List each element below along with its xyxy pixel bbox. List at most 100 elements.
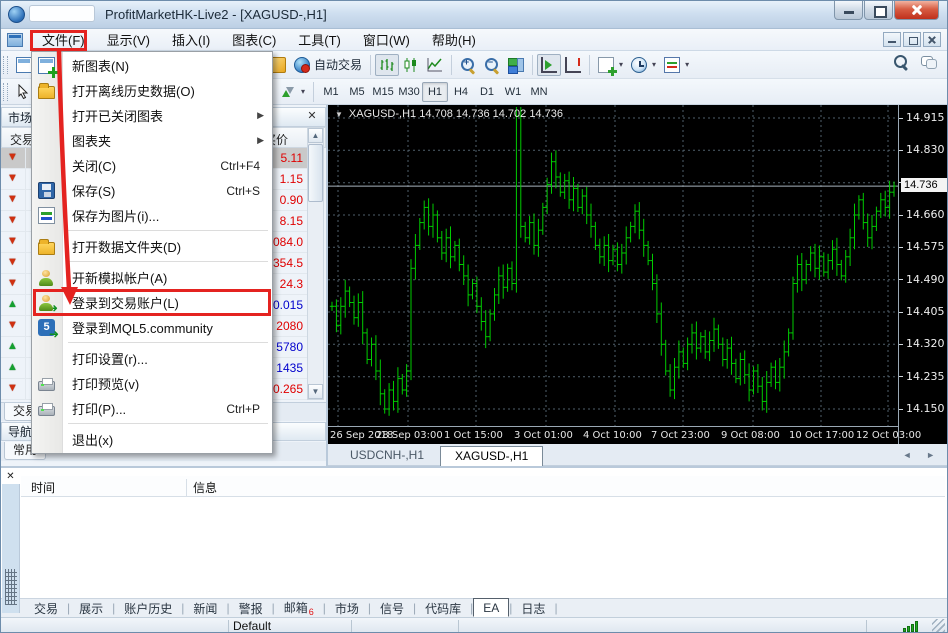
file-menu-item-16[interactable]: 打印(P)...Ctrl+P — [32, 396, 272, 421]
auto-scroll-button[interactable] — [537, 54, 561, 76]
column-time[interactable]: 时间 — [31, 479, 55, 496]
template-icon — [664, 57, 680, 73]
mql5-icon: 5➜ — [38, 319, 55, 336]
tile-windows-button[interactable] — [504, 54, 528, 76]
chart-window-icon — [7, 33, 23, 47]
terminal-tab-5[interactable]: 邮箱6 — [275, 598, 323, 618]
terminal-tab-6[interactable]: 市场 — [326, 599, 368, 618]
dropdown-arrow-icon[interactable]: ▾ — [301, 87, 305, 96]
chat-icon[interactable] — [921, 54, 937, 70]
chart-tab-xagusdh1[interactable]: XAGUSD-,H1 — [440, 446, 543, 466]
terminal-tab-4[interactable]: 警报 — [230, 599, 272, 618]
timeframe-m15[interactable]: M15 — [370, 82, 396, 102]
mdi-restore-button[interactable] — [903, 32, 921, 47]
tab-scroll-arrows-icon[interactable]: ◄ ► — [903, 450, 941, 460]
window-controls — [833, 1, 939, 20]
statusbar-divider — [866, 620, 867, 633]
file-menu-item-4[interactable]: 关闭(C)Ctrl+F4 — [32, 153, 272, 178]
timeframe-mn[interactable]: MN — [526, 82, 552, 102]
toolbar-grip[interactable] — [3, 83, 8, 101]
terminal-tab-3[interactable]: 新闻 — [184, 599, 226, 618]
scroll-up-icon[interactable]: ▲ — [308, 128, 323, 143]
scrollbar-thumb[interactable] — [308, 144, 323, 202]
timeframe-m1[interactable]: M1 — [318, 82, 344, 102]
periods-button[interactable]: ▾ — [627, 54, 660, 76]
dropdown-arrow-icon[interactable]: ▾ — [652, 60, 656, 69]
timeframe-h4[interactable]: H4 — [448, 82, 474, 102]
timeframe-m5[interactable]: M5 — [344, 82, 370, 102]
templates-button[interactable]: ▾ — [660, 54, 693, 76]
file-menu-item-1[interactable]: 打开离线历史数据(O) — [32, 78, 272, 103]
price-axis[interactable]: 14.91514.83014.74514.66014.57514.49014.4… — [898, 105, 948, 444]
file-menu-item-2[interactable]: 打开已关闭图表▶ — [32, 103, 272, 128]
menu-item-3[interactable]: 图表(C) — [221, 28, 287, 51]
menu-item-1[interactable]: 显示(V) — [96, 28, 161, 51]
file-menu-item-10[interactable]: 开新模拟帐户(A) — [32, 265, 272, 290]
cursor-arrow-icon — [17, 84, 31, 100]
terminal-tab-8[interactable]: 代码库 — [416, 599, 470, 618]
menu-item-2[interactable]: 插入(I) — [161, 28, 221, 51]
zoom-in-button[interactable]: + — [456, 54, 480, 76]
file-menu-item-5[interactable]: 保存(S)Ctrl+S — [32, 178, 272, 203]
file-menu-item-15[interactable]: 打印预览(v) — [32, 371, 272, 396]
mdi-minimize-button[interactable] — [883, 32, 901, 47]
connection-status-icon — [903, 621, 919, 632]
mdi-close-button[interactable] — [923, 32, 941, 47]
market-watch-close-icon[interactable]: ✕ — [305, 110, 319, 124]
resize-grip[interactable] — [932, 619, 945, 632]
zoom-out-button[interactable]: − — [480, 54, 504, 76]
menu-shortcut: Ctrl+F4 — [220, 159, 260, 173]
illegible-vertical-tab[interactable] — [5, 569, 17, 605]
time-axis[interactable]: 26 Sep 201828 Sep 03:001 Oct 15:003 Oct … — [328, 426, 898, 444]
dropdown-arrow-icon[interactable]: ▾ — [619, 60, 623, 69]
minimize-button[interactable] — [834, 1, 863, 20]
statusbar-profile[interactable]: Default — [233, 619, 271, 633]
save-picture-icon — [38, 207, 55, 224]
price-tick-mark — [899, 150, 903, 151]
dropdown-arrow-icon[interactable]: ▾ — [685, 60, 689, 69]
bar-chart-mode-button[interactable] — [375, 54, 399, 76]
file-menu-item-12[interactable]: 5➜登录到MQL5.community — [32, 315, 272, 340]
file-menu-item-11[interactable]: ➜登录到交易账户(L) — [32, 290, 272, 315]
file-menu-item-8[interactable]: 打开数据文件夹(D) — [32, 234, 272, 259]
autotrading-button[interactable]: 自动交易 — [290, 54, 366, 76]
menu-item-4[interactable]: 工具(T) — [287, 28, 352, 51]
timeframe-m30[interactable]: M30 — [396, 82, 422, 102]
timeframe-d1[interactable]: D1 — [474, 82, 500, 102]
indicators-button[interactable]: ▾ — [594, 54, 627, 76]
column-message[interactable]: 信息 — [193, 479, 217, 496]
file-menu-item-14[interactable]: 打印设置(r)... — [32, 346, 272, 371]
toolbar-grip[interactable] — [3, 56, 8, 74]
terminal-tab-1[interactable]: 展示 — [70, 599, 112, 618]
close-button[interactable] — [894, 1, 939, 20]
title-bar: ProfitMarketHK-Live2 - [XAGUSD-,H1] — [1, 1, 947, 29]
restore-button[interactable] — [864, 1, 893, 20]
terminal-tab-10[interactable]: 日志 — [512, 599, 554, 618]
file-menu-item-18[interactable]: 退出(x) — [32, 427, 272, 452]
timeframe-w1[interactable]: W1 — [500, 82, 526, 102]
timeframe-h1[interactable]: H1 — [422, 82, 448, 102]
scroll-down-icon[interactable]: ▼ — [308, 384, 323, 399]
green-arrow-icon: ➜ — [48, 303, 58, 313]
chart-plot[interactable] — [328, 105, 898, 426]
menu-item-5[interactable]: 窗口(W) — [352, 28, 421, 51]
terminal-tab-7[interactable]: 信号 — [371, 599, 413, 618]
file-menu-item-0[interactable]: 新图表(N) — [32, 53, 272, 78]
chart-tab-usdcnhh1[interactable]: USDCNH-,H1 — [336, 446, 438, 466]
line-chart-mode-button[interactable] — [423, 54, 447, 76]
search-icon[interactable] — [893, 54, 909, 70]
terminal-tab-2[interactable]: 账户历史 — [115, 599, 181, 618]
chart-collapse-icon[interactable]: ▼ — [335, 110, 343, 119]
terminal-tab-9[interactable]: EA — [473, 598, 509, 617]
chart-shift-icon — [565, 57, 581, 73]
file-menu-item-6[interactable]: 保存为图片(i)... — [32, 203, 272, 228]
symbols-cycle-button[interactable]: ▾ — [276, 81, 309, 103]
menu-item-6[interactable]: 帮助(H) — [421, 28, 487, 51]
terminal-close-icon[interactable]: ✕ — [4, 471, 17, 484]
candlestick-mode-button[interactable] — [399, 54, 423, 76]
statusbar-divider — [458, 620, 459, 633]
market-watch-scrollbar[interactable]: ▲ ▼ — [307, 127, 324, 400]
chart-shift-button[interactable] — [561, 54, 585, 76]
terminal-tab-0[interactable]: 交易 — [25, 599, 67, 618]
file-menu-item-3[interactable]: 图表夹▶ — [32, 128, 272, 153]
